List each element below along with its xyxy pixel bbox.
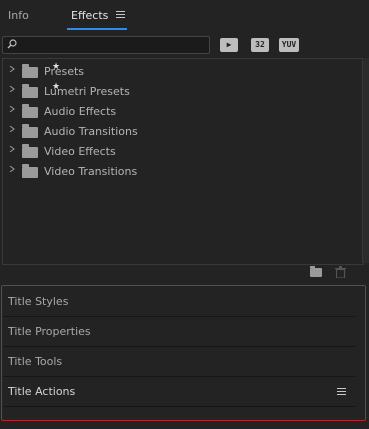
- tree-scrollbar[interactable]: [362, 58, 369, 263]
- panel-tab-bar: Info Effects: [0, 0, 369, 30]
- yuv-effects-button[interactable]: YUV: [279, 38, 299, 52]
- folder-icon: [22, 144, 38, 158]
- tree-item-video-effects[interactable]: Video Effects: [3, 141, 363, 161]
- folder-icon: [22, 124, 38, 138]
- chevron-right-icon[interactable]: [9, 146, 15, 152]
- section-label: Title Tools: [8, 355, 63, 368]
- tree-item-lumetri-presets[interactable]: ★ Lumetri Presets: [3, 81, 363, 101]
- section-title-tools[interactable]: Title Tools: [3, 347, 355, 377]
- new-bin-icon[interactable]: [310, 266, 322, 277]
- chevron-right-icon[interactable]: [9, 126, 15, 132]
- folder-icon: [22, 104, 38, 118]
- section-title-properties[interactable]: Title Properties: [3, 317, 355, 347]
- section-title-actions[interactable]: Title Actions: [3, 377, 355, 407]
- section-label: Title Properties: [8, 325, 91, 338]
- effects-tree: ★ Presets ★ Lumetri Presets Audio Effect…: [2, 58, 364, 265]
- section-label: Title Styles: [8, 295, 69, 308]
- trash-icon[interactable]: [335, 266, 346, 278]
- tree-item-label: Audio Effects: [44, 105, 117, 118]
- panel-menu-icon[interactable]: [337, 388, 346, 397]
- tree-item-label: Video Effects: [44, 145, 116, 158]
- section-label: Title Actions: [8, 385, 76, 398]
- tree-item-video-transitions[interactable]: Video Transitions: [3, 161, 363, 181]
- chevron-right-icon[interactable]: [9, 66, 15, 72]
- tree-item-label: Presets: [44, 65, 85, 78]
- search-icon: [7, 39, 17, 49]
- tree-item-audio-effects[interactable]: Audio Effects: [3, 101, 363, 121]
- active-tab-indicator: [67, 28, 127, 30]
- tree-item-audio-transitions[interactable]: Audio Transitions: [3, 121, 363, 141]
- folder-star-icon: ★: [22, 82, 60, 98]
- section-title-styles[interactable]: Title Styles: [3, 287, 355, 317]
- 32-bit-effects-button[interactable]: 32: [251, 38, 269, 52]
- search-input[interactable]: [2, 36, 210, 54]
- effects-toolbar: ▶ 32 YUV: [0, 32, 369, 58]
- tab-effects[interactable]: Effects: [71, 9, 108, 22]
- tab-info[interactable]: Info: [8, 9, 29, 22]
- chevron-right-icon[interactable]: [9, 86, 15, 92]
- chevron-right-icon[interactable]: [9, 106, 15, 112]
- tree-item-label: Lumetri Presets: [44, 85, 130, 98]
- folder-icon: [22, 164, 38, 178]
- tree-item-label: Video Transitions: [44, 165, 138, 178]
- tree-item-label: Audio Transitions: [44, 125, 138, 138]
- folder-star-icon: ★: [22, 62, 60, 78]
- tree-item-presets[interactable]: ★ Presets: [3, 61, 363, 81]
- accelerated-effects-button[interactable]: ▶: [220, 38, 238, 52]
- panel-menu-icon[interactable]: [116, 11, 125, 20]
- chevron-right-icon[interactable]: [9, 166, 15, 172]
